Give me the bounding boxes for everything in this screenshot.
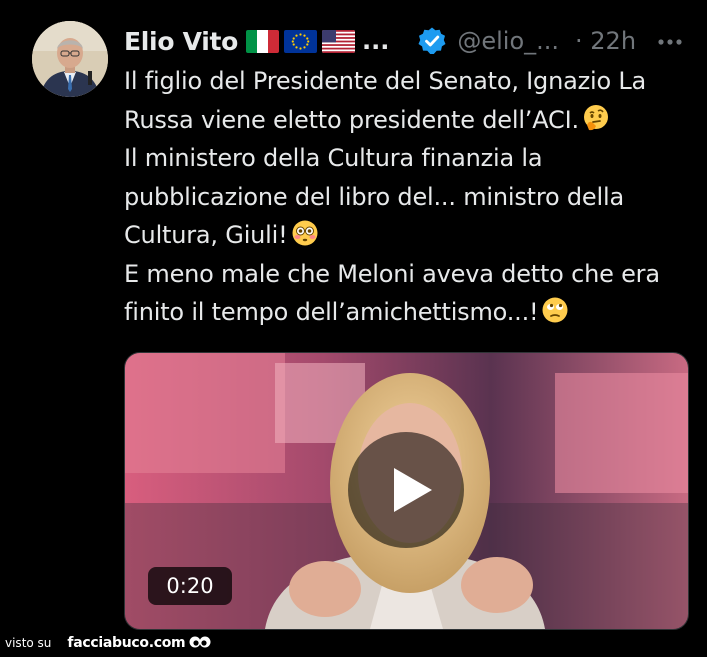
watermark-site: facciabuco.com xyxy=(67,635,186,651)
tweet-paragraph: Il ministero della Cultura finanzia la p… xyxy=(124,139,684,255)
tweet-text: Il figlio del Presidente del Senato, Ign… xyxy=(124,62,684,332)
flushed-face-emoji-icon xyxy=(290,218,320,248)
video-duration-badge: 0:20 xyxy=(148,567,232,605)
italy-flag-icon xyxy=(246,29,279,53)
tweet-line-1: Il figlio del Presidente del Senato, Ign… xyxy=(124,67,647,134)
usa-flag-icon xyxy=(322,29,355,53)
author-name[interactable]: Elio Vito xyxy=(124,27,238,56)
googly-eyes-icon xyxy=(188,634,212,652)
watermark: visto su facciabuco.com xyxy=(5,632,212,654)
thinking-face-emoji-icon xyxy=(581,103,611,133)
more-options-icon[interactable] xyxy=(655,32,685,52)
author-handle[interactable]: @elio_... xyxy=(457,27,559,55)
avatar[interactable] xyxy=(32,21,108,97)
avatar-photo xyxy=(32,21,108,97)
tweet-paragraph: Il figlio del Presidente del Senato, Ign… xyxy=(124,62,684,139)
eye-roll-face-emoji-icon xyxy=(540,295,570,325)
play-icon xyxy=(394,468,432,512)
watermark-prefix: visto su xyxy=(5,636,52,650)
tweet-line-3: E meno male che Meloni aveva detto che e… xyxy=(124,259,660,327)
author-flags xyxy=(246,29,360,53)
tweet-line-2: Il ministero della Cultura finanzia la p… xyxy=(124,144,624,249)
play-button[interactable] xyxy=(348,432,464,548)
tweet-header: Elio Vito ... @elio_... · 22h xyxy=(124,24,687,58)
name-ellipsis: ... xyxy=(362,27,390,55)
tweet-card[interactable]: Elio Vito ... @elio_... · 22h Il figlio … xyxy=(0,0,707,657)
eu-flag-icon xyxy=(284,29,317,53)
verified-badge-icon[interactable] xyxy=(417,26,447,56)
tweet-time[interactable]: · 22h xyxy=(575,27,636,55)
tweet-paragraph: E meno male che Meloni aveva detto che e… xyxy=(124,255,684,332)
